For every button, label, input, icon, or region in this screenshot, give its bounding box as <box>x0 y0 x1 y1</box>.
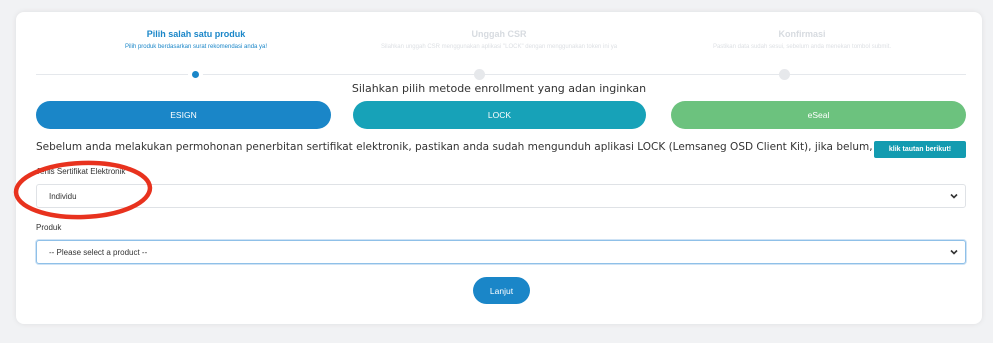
lock-button[interactable]: LOCK <box>353 101 646 129</box>
certificate-type-select[interactable]: Individu <box>36 184 966 208</box>
step-3: Konfirmasi Pastikan data sudah sesui, se… <box>642 28 962 54</box>
stepper-track <box>36 74 966 75</box>
enrollment-heading: Silahkan pilih metode enrollment yang ad… <box>351 82 647 95</box>
product-select[interactable]: -- Please select a product -- <box>36 240 966 264</box>
step-2-dot <box>474 69 485 80</box>
step-3-title: Konfirmasi <box>778 29 826 39</box>
chevron-down-icon <box>950 193 958 199</box>
step-1-title: Pilih salah satu produk <box>146 29 246 39</box>
enrollment-card: Pilih salah satu produk Pilih produk ber… <box>16 12 982 324</box>
step-1: Pilih salah satu produk Pilih produk ber… <box>36 28 356 54</box>
step-2-title: Unggah CSR <box>471 29 527 39</box>
certificate-type-label: Jenis Sertifikat Elektronik <box>36 167 126 176</box>
step-3-desc: Pastikan data sudah sesui, sebelum anda … <box>712 44 892 50</box>
esign-button[interactable]: ESIGN <box>36 101 331 129</box>
step-2-desc: Silahkan unggah CSR menggunakan aplikasi… <box>380 44 618 50</box>
product-label: Produk <box>36 223 62 232</box>
download-notice: Sebelum anda melakukan permohonan penerb… <box>36 141 873 153</box>
chevron-down-icon <box>950 249 958 255</box>
step-1-dot <box>192 71 199 78</box>
certificate-type-value: Individu <box>49 191 77 201</box>
download-link-button[interactable]: klik tautan berikut! <box>874 141 966 158</box>
step-2: Unggah CSR Silahkan unggah CSR menggunak… <box>339 28 659 54</box>
lanjut-button[interactable]: Lanjut <box>473 277 530 304</box>
eseal-button[interactable]: eSeal <box>671 101 966 129</box>
product-value: -- Please select a product -- <box>49 247 148 257</box>
step-3-dot <box>779 69 790 80</box>
step-1-desc: Pilih produk berdasarkan surat rekomenda… <box>124 44 268 50</box>
